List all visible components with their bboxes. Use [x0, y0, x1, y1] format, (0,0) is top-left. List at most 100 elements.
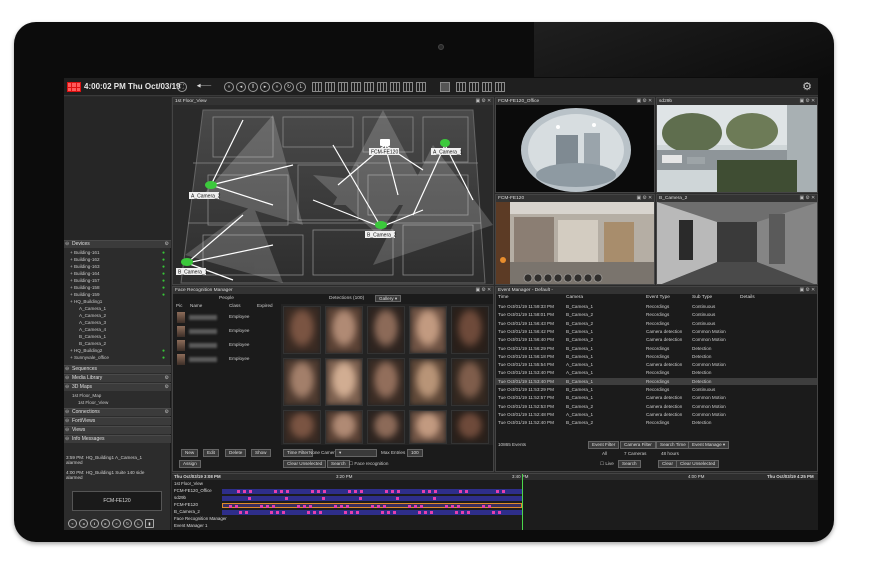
forward-icon[interactable]: » [112, 519, 121, 528]
person-row[interactable]: Employee [175, 311, 277, 324]
device-tree-item[interactable]: + Building-162 ● [70, 257, 165, 263]
info-message[interactable]: 4:00 PM: HQ_Building1 Suite 140 side ala… [66, 470, 169, 480]
device-tree-item[interactable]: B_Camera_1 [79, 334, 106, 339]
device-tree-item[interactable]: B_Camera_2 [79, 341, 106, 346]
mini-camera-view[interactable]: FCM-FE120 [72, 491, 162, 511]
layout-1-icon[interactable] [312, 82, 322, 92]
device-tree-item[interactable]: + Building-159 ● [70, 292, 165, 298]
live-icon[interactable]: L [134, 519, 143, 528]
col-sub-type[interactable]: Sub Type [692, 295, 712, 300]
person-row[interactable]: Employee [175, 353, 277, 366]
event-search-button[interactable]: Search [618, 460, 641, 468]
sync-icon[interactable]: ↻ [123, 519, 132, 528]
layout-6-icon[interactable] [377, 82, 387, 92]
timeline-row-label[interactable]: FCM-FE120_Office [174, 488, 212, 493]
fullscreen-icon[interactable]: ⛶ [177, 82, 187, 92]
device-tree-item[interactable]: + HQ_Building2 ● [70, 348, 165, 354]
camera-filter-button[interactable]: Camera Filter [620, 441, 656, 449]
forward-icon[interactable]: » [272, 82, 282, 92]
person-row[interactable]: Employee [175, 325, 277, 338]
detection-thumbnail[interactable] [367, 306, 405, 354]
col-event-type[interactable]: Event Type [646, 295, 670, 300]
device-tree-item[interactable]: + Sunnyvale_office ● [70, 355, 165, 361]
device-tree-item[interactable]: A_Camera_4 [79, 327, 106, 332]
event-manage-dropdown[interactable]: Event Manage ▾ [688, 441, 730, 449]
play-icon[interactable]: ▸ [260, 82, 270, 92]
timeline-track[interactable] [222, 503, 522, 508]
event-row[interactable]: Tue Oct/01/19 11:56:18 PM B_Camera_1 Recor… [496, 353, 817, 360]
connections-section-header[interactable]: Connections⚙ [64, 408, 171, 416]
detection-thumbnail[interactable] [325, 358, 363, 406]
detection-thumbnail[interactable] [283, 410, 321, 444]
play-back-icon[interactable]: ◂ [79, 519, 88, 528]
event-row[interactable]: Tue Oct/01/19 11:52:40 PM B_Camera_2 Recor… [496, 419, 817, 426]
detection-thumbnail[interactable] [451, 358, 489, 406]
layout-11-icon[interactable] [469, 82, 479, 92]
timeline-track[interactable] [222, 496, 522, 501]
layout-13-icon[interactable] [495, 82, 505, 92]
gear-icon[interactable]: ⚙ [802, 80, 812, 93]
pause-icon[interactable]: ‖ [90, 519, 99, 528]
layout-10-icon[interactable] [456, 82, 466, 92]
timeline-row-label[interactable]: Event Manager 1 [174, 523, 207, 528]
media-library-section-header[interactable]: Media Library⚙ [64, 374, 171, 382]
rewind-icon[interactable]: « [224, 82, 234, 92]
sync-icon[interactable]: ↻ [284, 82, 294, 92]
detection-thumbnail[interactable] [409, 410, 447, 444]
play-back-icon[interactable]: ◂ [236, 82, 246, 92]
event-row[interactable]: Tue Oct/01/19 11:59:33 PM B_Camera_1 Recor… [496, 303, 817, 310]
volume-slider[interactable]: ◀─── [189, 82, 219, 92]
event-row[interactable]: Tue Oct/01/19 11:55:54 PM A_Camera_1 Camer… [496, 361, 817, 368]
sequences-section-header[interactable]: Sequences [64, 365, 171, 373]
event-row[interactable]: Tue Oct/01/19 11:53:29 PM B_Camera_1 Recor… [496, 386, 817, 393]
layout-5-icon[interactable] [364, 82, 374, 92]
clear-unselected-button[interactable]: Clear Unselected [676, 460, 720, 468]
detection-thumbnail[interactable] [451, 306, 489, 354]
layout-2-icon[interactable] [325, 82, 335, 92]
event-row[interactable]: Tue Oct/01/19 11:53:40 PM A_Camera_1 Recor… [496, 369, 817, 376]
device-tree-item[interactable]: A_Camera_1 [79, 306, 106, 311]
layout-3-icon[interactable] [338, 82, 348, 92]
map-camera-label[interactable]: FCM-FE120 [371, 150, 398, 156]
detection-thumbnail[interactable] [325, 306, 363, 354]
map-camera-label[interactable]: B_Camera_1 [178, 270, 208, 276]
device-tree-item[interactable]: + Building-163 ● [70, 264, 165, 270]
clear-button[interactable]: Clear [658, 460, 677, 468]
detection-thumbnail[interactable] [409, 358, 447, 406]
timeline-row-label[interactable]: sd29b [174, 495, 186, 500]
clear-unselected-button[interactable]: Clear Unselected [283, 460, 327, 468]
devices-section-header[interactable]: Devices⚙ [64, 240, 171, 248]
views-section-header[interactable]: Views [64, 426, 171, 434]
device-tree-item[interactable]: A_Camera_3 [79, 320, 106, 325]
layout-4-icon[interactable] [351, 82, 361, 92]
timeline-track[interactable] [222, 510, 522, 515]
event-row[interactable]: Tue Oct/01/19 11:52:53 PM B_Camera_2 Camer… [496, 403, 817, 410]
layout-7-icon[interactable] [390, 82, 400, 92]
layout-8-icon[interactable] [403, 82, 413, 92]
face-recognition-checkbox[interactable]: ☐ Face recognition [349, 461, 388, 467]
event-row[interactable]: Tue Oct/01/19 11:56:40 PM B_Camera_2 Camer… [496, 336, 817, 343]
detection-thumbnail[interactable] [451, 410, 489, 444]
camera-view-hallway[interactable]: B_Camera_2 ▣ ⚙ ✕ [656, 194, 818, 285]
map-camera-label[interactable]: B_Camera_2 [367, 233, 397, 239]
detection-thumbnail[interactable] [409, 306, 447, 354]
device-tree-item[interactable]: + HQ_Building1 [70, 299, 102, 304]
delete-button[interactable]: Delete [225, 449, 247, 457]
layout-12-icon[interactable] [482, 82, 492, 92]
camera-view-outdoor[interactable]: sd29b ▣ ⚙ ✕ [656, 97, 818, 193]
detection-thumbnail[interactable] [325, 410, 363, 444]
event-row[interactable]: Tue Oct/01/19 11:52:48 PM A_Camera_1 Camer… [496, 411, 817, 418]
rewind-icon[interactable]: « [68, 519, 77, 528]
camera-select[interactable]: ▾ [335, 449, 377, 457]
trash-icon[interactable]: ▮ [145, 519, 154, 528]
event-filter-button[interactable]: Event Filter [588, 441, 620, 449]
detection-thumbnail[interactable] [283, 358, 321, 406]
event-row[interactable]: Tue Oct/01/19 11:56:43 PM B_Camera_2 Recor… [496, 320, 817, 327]
event-row[interactable]: Tue Oct/01/19 11:56:29 PM B_Camera_1 Recor… [496, 345, 817, 352]
col-details[interactable]: Details [740, 295, 755, 300]
search-button[interactable]: Search [327, 460, 350, 468]
detection-thumbnail[interactable] [367, 358, 405, 406]
max-entries-input[interactable]: 100 [407, 449, 423, 457]
device-tree-item[interactable]: + Building-164 ● [70, 271, 165, 277]
camera-view-office[interactable]: FCM-FE120 ▣ ⚙ ✕ [495, 194, 655, 285]
